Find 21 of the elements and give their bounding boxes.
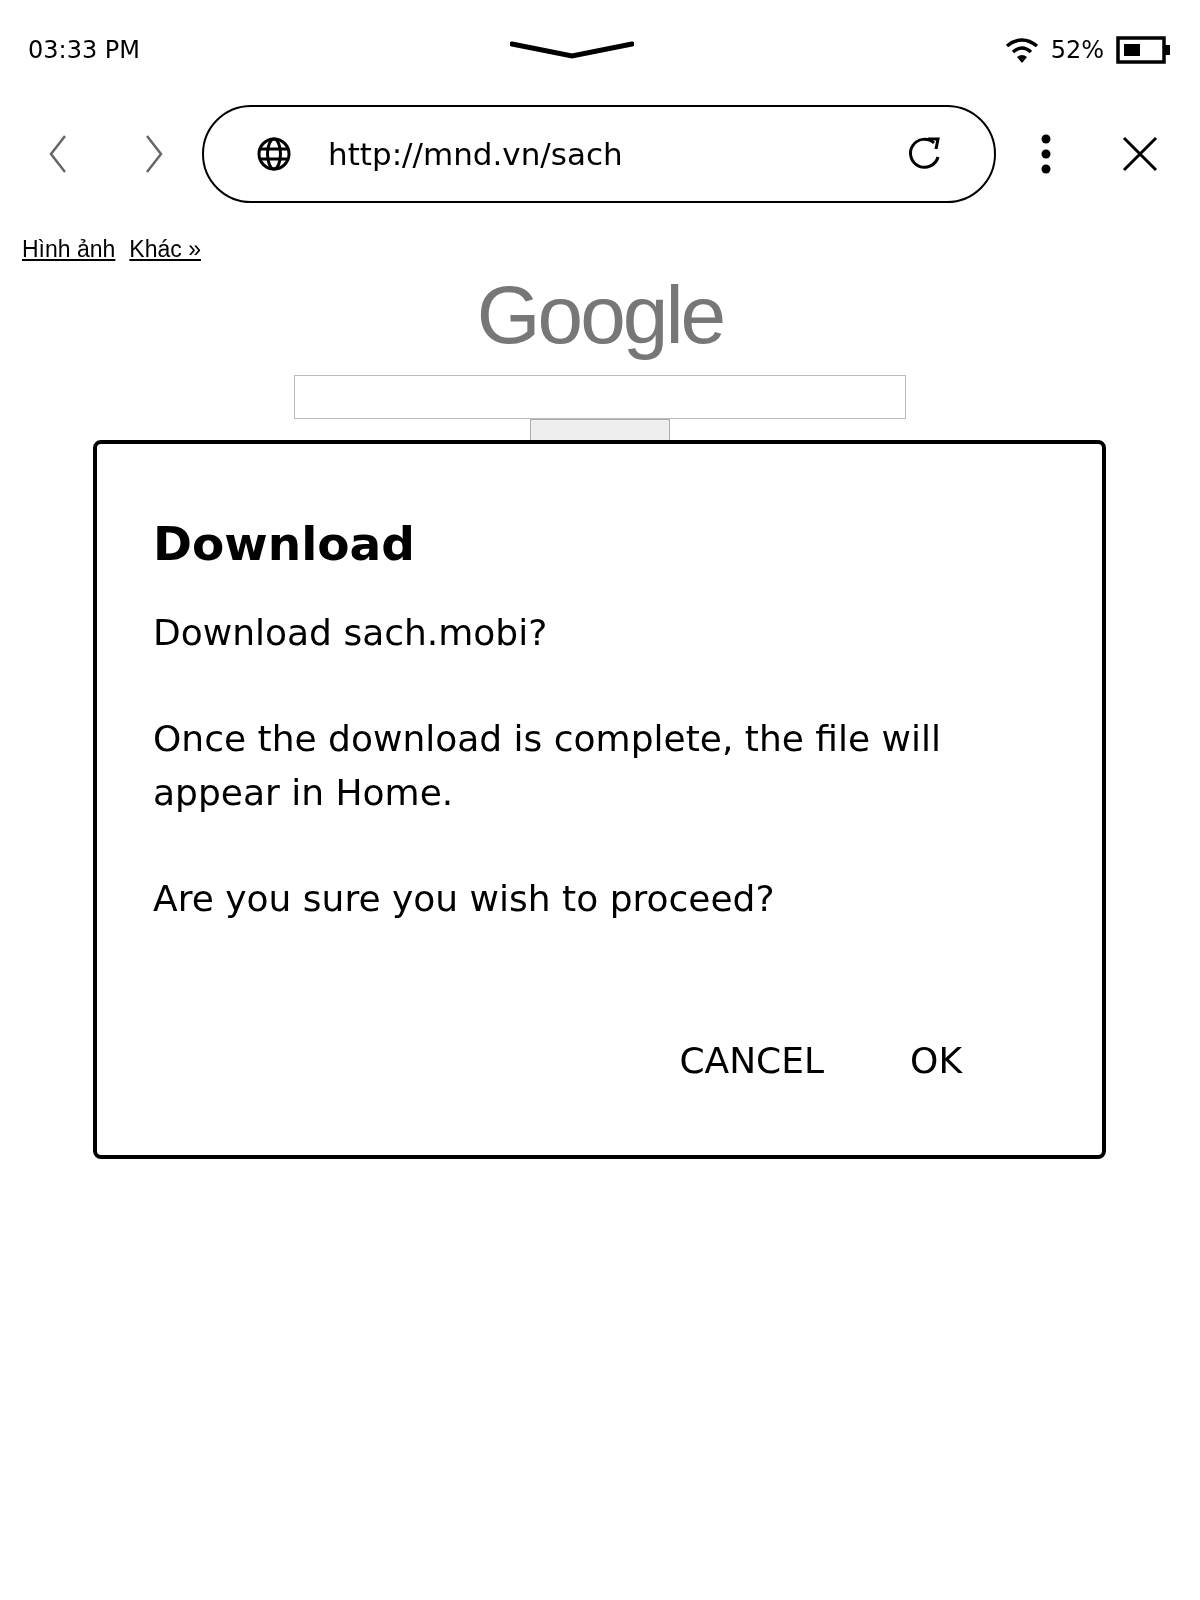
battery-icon [1116,36,1172,64]
globe-icon [256,136,292,172]
dialog-message: Are you sure you wish to proceed? [153,877,776,921]
page-link[interactable]: Khác » [129,232,201,267]
status-time: 03:33 PM [28,35,140,66]
dialog-message: Download sach.mobi? [153,611,549,655]
dialog-title: Download [153,516,416,572]
google-logo: Google [476,267,724,362]
chevron-left-icon [47,134,69,174]
chevron-right-icon [143,134,165,174]
page-link[interactable]: Hình ảnh [22,232,116,267]
wifi-icon [1004,36,1039,64]
url-text: http://mnd.vn/sach [328,134,624,174]
dialog-message: Once the download is complete, the file will appear in Home. [153,717,943,815]
pull-down-handle-icon [510,40,635,60]
close-button[interactable] [1120,134,1160,174]
ok-button[interactable]: OK [900,1030,972,1092]
cancel-button[interactable]: CANCEL [669,1030,835,1092]
address-bar[interactable]: http://mnd.vn/sach [202,105,996,203]
battery-percentage: 52% [1050,35,1104,66]
search-field[interactable] [294,374,906,419]
